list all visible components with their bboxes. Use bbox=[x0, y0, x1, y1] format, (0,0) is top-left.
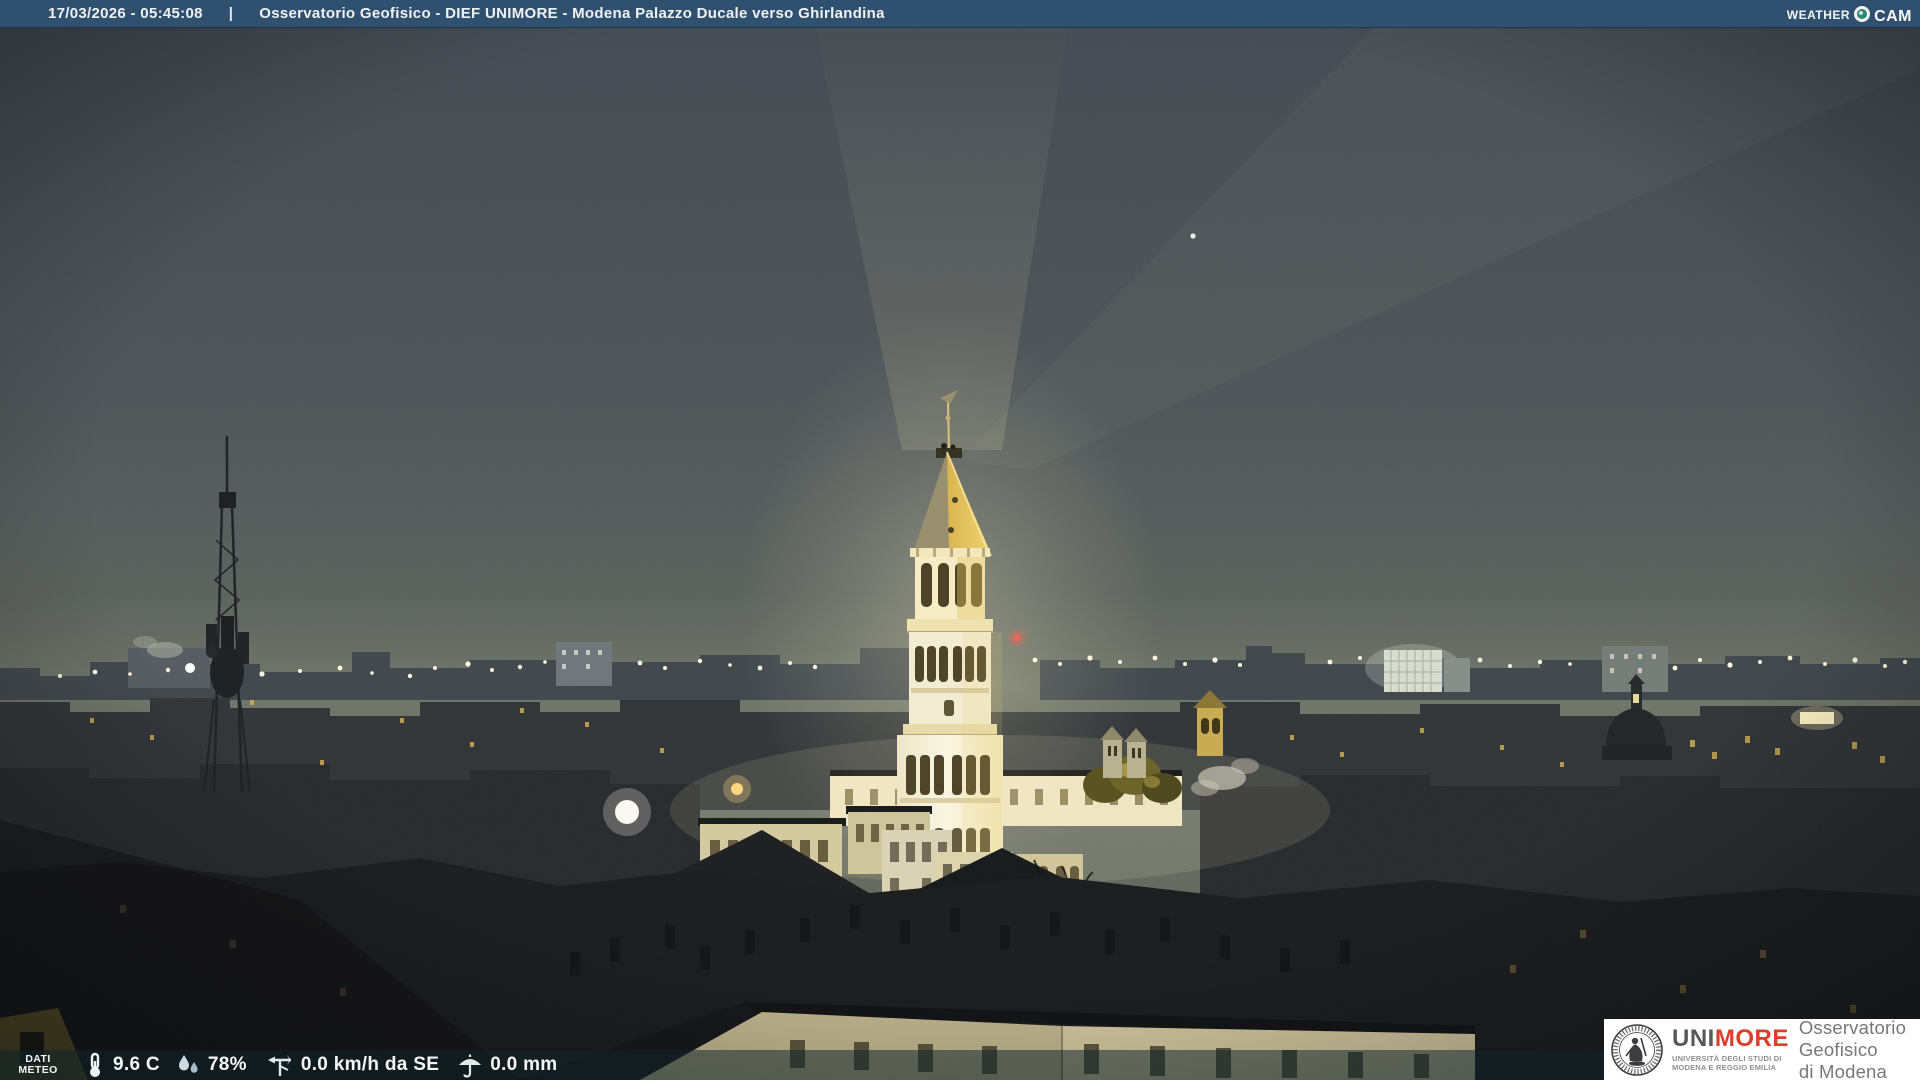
unimore-wordmark: UNIMORE UNIVERSITÀ DEGLI STUDI DI MODENA… bbox=[1672, 1027, 1789, 1073]
temperature-metric: 9.6 C bbox=[82, 1052, 160, 1078]
wind-vane-icon bbox=[267, 1055, 291, 1076]
unimore-brand-box: UNIMORE UNIVERSITÀ DEGLI STUDI DI MODENA… bbox=[1604, 1017, 1920, 1080]
dati-meteo-label: DATI METEO bbox=[10, 1054, 66, 1076]
camera-title: Osservatorio Geofisico - DIEF UNIMORE - … bbox=[259, 5, 885, 22]
university-name-line2: MODENA E REGGIO EMILIA bbox=[1672, 1063, 1777, 1072]
film-grain bbox=[0, 0, 1920, 1080]
humidity-drops-icon bbox=[178, 1055, 198, 1073]
wind-metric: 0.0 km/h da SE bbox=[266, 1052, 439, 1078]
rain-umbrella-icon bbox=[459, 1054, 482, 1078]
thermometer-icon bbox=[90, 1052, 100, 1077]
webcam-frame: 17/03/2026 - 05:45:08 | Osservatorio Geo… bbox=[0, 0, 1920, 1080]
unimore-seal-icon bbox=[1611, 1023, 1663, 1076]
observatory-name-line2: di Modena bbox=[1798, 1060, 1888, 1080]
university-name-line1: UNIVERSITÀ DEGLI STUDI DI bbox=[1672, 1054, 1782, 1063]
wind-value: 0.0 km/h da SE bbox=[300, 1054, 440, 1075]
meteo-line: METEO bbox=[18, 1064, 58, 1076]
observatory-name-line1: Osservatorio Geofisico bbox=[1798, 1016, 1907, 1060]
camera-lens-icon bbox=[1854, 5, 1871, 22]
humidity-value: 78% bbox=[207, 1054, 247, 1075]
header-bar: 17/03/2026 - 05:45:08 | Osservatorio Geo… bbox=[0, 0, 1920, 28]
rain-value: 0.0 mm bbox=[490, 1054, 558, 1075]
weathercam-logo: Weather Cam bbox=[1787, 0, 1912, 27]
unimore-acronym-red: MORE bbox=[1714, 1025, 1789, 1052]
unimore-acronym: UNIMORE bbox=[1672, 1027, 1789, 1051]
weathercam-word-weather: Weather bbox=[1786, 3, 1851, 23]
unimore-acronym-gray: UNI bbox=[1672, 1025, 1715, 1052]
weathercam-word-cam: Cam bbox=[1874, 0, 1912, 26]
rain-metric: 0.0 mm bbox=[457, 1052, 557, 1078]
temperature-value: 9.6 C bbox=[113, 1054, 160, 1075]
observatory-name: Osservatorio Geofisico di Modena bbox=[1799, 1017, 1920, 1080]
university-name: UNIVERSITÀ DEGLI STUDI DI MODENA E REGGI… bbox=[1672, 1054, 1789, 1072]
header-separator: | bbox=[228, 5, 234, 22]
city-night-scene bbox=[0, 0, 1920, 1080]
humidity-metric: 78% bbox=[175, 1052, 247, 1078]
datetime-text: 17/03/2026 - 05:45:08 bbox=[48, 5, 203, 22]
